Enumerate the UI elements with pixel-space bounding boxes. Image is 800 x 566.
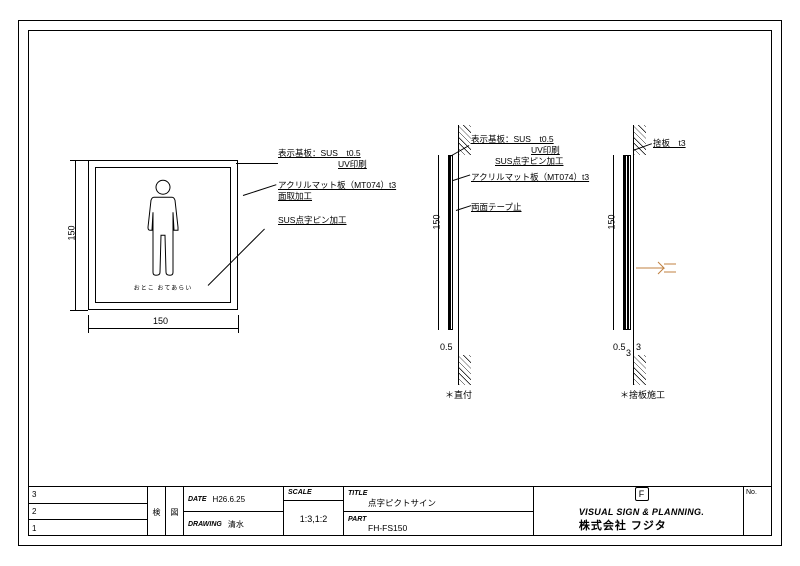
caption-backing: ＊捨板施工 [620, 388, 665, 401]
drawing-row: DRAWING 清水 [184, 512, 283, 536]
sec-callout-substrate: 表示基板：SUS t0.5 UV印刷 SUS点字ピン加工 [471, 134, 563, 167]
callout-acrylic: アクリルマット板（MT074）t3 面取加工 [278, 180, 396, 202]
title-row: TITLE 点字ピクトサイン [344, 487, 533, 512]
rev-row: 1 [28, 520, 147, 536]
title-label: TITLE [348, 490, 367, 497]
dim-sec-height: 150 [432, 214, 442, 229]
callout-line: UV印刷 [338, 159, 367, 169]
section-direct-mount [448, 130, 456, 350]
dim-line [613, 155, 614, 330]
callout-line: 面取加工 [278, 191, 312, 201]
wall-hatch-icon [459, 355, 471, 385]
sec-callout-acrylic: アクリルマット板（MT074）t3 [471, 172, 589, 183]
revision-column: 3 2 1 [28, 487, 148, 536]
dim-line [88, 328, 238, 329]
company-tagline: VISUAL SIGN & PLANNING. [579, 507, 704, 517]
man-pictogram-icon [140, 177, 186, 282]
section-plate-thick [450, 155, 453, 330]
dim-t05: 0.5 [440, 342, 453, 352]
company-cell: F VISUAL SIGN & PLANNING. 株式会社 フジタ [534, 487, 744, 536]
leader-line [236, 163, 278, 164]
dim-sec-height: 150 [607, 214, 617, 229]
title-part-column: TITLE 点字ピクトサイン PART FH-FS150 [344, 487, 534, 536]
ext-line [88, 315, 89, 333]
callout-line: UV印刷 [531, 145, 560, 155]
ext-line [238, 315, 239, 333]
wall-hatch-icon [634, 125, 646, 155]
dim-t3b: 3 [636, 342, 641, 352]
rev-row: 3 [28, 487, 147, 504]
callout-substrate: 表示基板：SUS t0.5 UV印刷 [278, 148, 367, 170]
date-value: H26.6.25 [213, 495, 245, 504]
leader-line [243, 184, 277, 196]
part-label: PART [348, 516, 366, 523]
drawing-value: 清水 [228, 519, 244, 530]
callout-line: 表示基板：SUS t0.5 [278, 148, 361, 158]
callout-braille-pin: SUS点字ピン加工 [278, 215, 346, 226]
company-logo-icon: F [635, 487, 649, 501]
front-view-plate: おとこ おてあらい [88, 160, 238, 310]
date-drawing-column: DATE H26.6.25 DRAWING 清水 [184, 487, 284, 536]
no-label: No. [746, 489, 757, 496]
date-label: DATE [188, 496, 207, 503]
dim-t05b: 0.5 [613, 342, 626, 352]
ext-line [70, 310, 88, 311]
anchor-arrow-icon [636, 260, 676, 281]
dim-line [438, 155, 439, 330]
drawing-area: おとこ おてあらい 150 150 表示基板：SUS t0.5 UV印刷 アクリ… [28, 30, 772, 486]
title-block: 3 2 1 検 図 DATE H26.6.25 DRAWING 清水 SCALE… [28, 486, 772, 536]
rev-row: 2 [28, 504, 147, 521]
scale-label: SCALE [284, 487, 343, 501]
wall-line [633, 125, 634, 385]
callout-line: SUS点字ピン加工 [495, 156, 563, 166]
drawing-sheet: おとこ おてあらい 150 150 表示基板：SUS t0.5 UV印刷 アクリ… [0, 0, 800, 566]
callout-line: 表示基板：SUS t0.5 [471, 134, 554, 144]
wall-line [458, 125, 459, 385]
sec-callout-tape: 両面テープ止 [471, 202, 522, 213]
section-backing [628, 155, 631, 330]
caption-direct: ＊直付 [445, 388, 472, 401]
part-row: PART FH-FS150 [344, 512, 533, 536]
section-backing-plate [623, 130, 631, 350]
company-name: 株式会社 フジタ [579, 517, 704, 533]
callout-line: アクリルマット板（MT074）t3 [278, 180, 396, 190]
dim-width: 150 [153, 316, 168, 326]
ext-line [70, 160, 88, 161]
check-cell: 検 [148, 487, 166, 536]
scale-column: SCALE 1:3,1:2 [284, 487, 344, 536]
wall-hatch-icon [634, 355, 646, 385]
date-row: DATE H26.6.25 [184, 487, 283, 512]
part-value: FH-FS150 [368, 523, 407, 533]
dim-height: 150 [67, 225, 77, 240]
sec-callout-backing: 捨板 t3 [653, 138, 686, 149]
drawing-number-cell: No. [744, 487, 772, 536]
drawing-label: DRAWING [188, 521, 222, 528]
dim-t3a: 3 [626, 348, 631, 358]
scale-value: 1:3,1:2 [284, 501, 343, 536]
draw-cell: 図 [166, 487, 184, 536]
braille-text: おとこ おてあらい [134, 283, 193, 292]
title-value: 点字ピクトサイン [368, 497, 436, 509]
